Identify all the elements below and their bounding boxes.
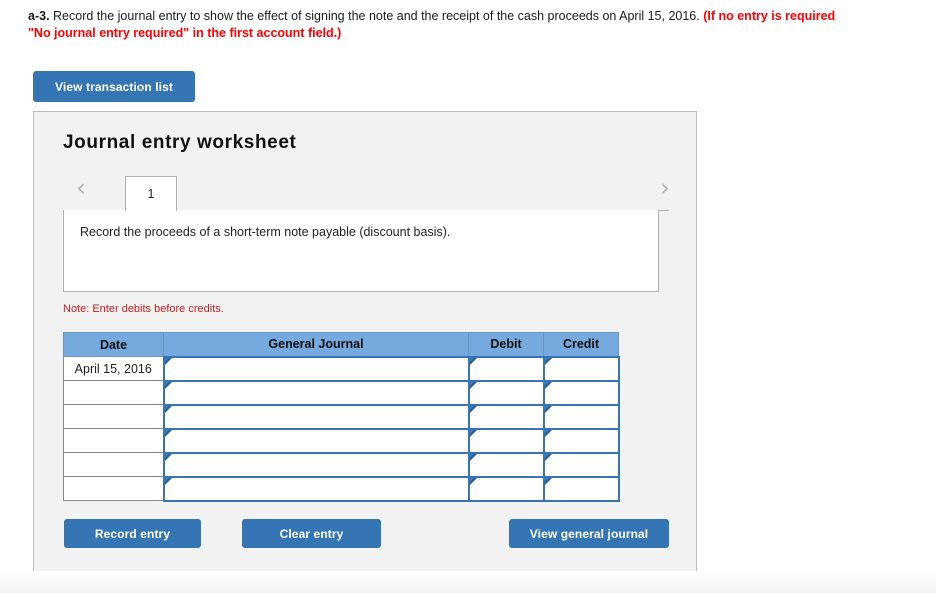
entry-description-text: Record the proceeds of a short-term note… — [80, 225, 451, 239]
column-header-date: Date — [63, 332, 164, 357]
cell-general-journal-input[interactable] — [162, 475, 470, 502]
journal-entry-worksheet-panel: Journal entry worksheet ‹ 1 › Record the… — [33, 111, 697, 572]
table-row — [63, 403, 620, 430]
panel-title: Journal entry worksheet — [63, 132, 297, 153]
question-red-part1: (If no entry is required — [703, 9, 836, 23]
cell-date[interactable]: April 15, 2016 — [63, 356, 164, 381]
cell-debit-input[interactable] — [467, 427, 545, 454]
previous-entry-arrow-icon[interactable]: ‹ — [68, 175, 94, 203]
table-row — [63, 451, 620, 478]
active-tab-mask — [126, 210, 176, 212]
view-transaction-list-button[interactable]: View transaction list — [33, 71, 195, 102]
worksheet-tab-1[interactable]: 1 — [125, 176, 177, 211]
cell-debit-input[interactable] — [467, 379, 545, 406]
table-row — [63, 475, 620, 502]
table-row — [63, 427, 620, 454]
table-body: April 15, 2016 — [63, 355, 620, 502]
question-red-part2: "No journal entry required" in the first… — [28, 26, 342, 40]
cell-credit-input[interactable] — [542, 379, 620, 406]
cell-debit-input[interactable] — [467, 355, 545, 382]
debits-before-credits-note: Note: Enter debits before credits. — [63, 303, 224, 315]
cell-debit-input[interactable] — [467, 451, 545, 478]
table-header-row: Date General Journal Debit Credit — [63, 332, 619, 357]
cell-general-journal-input[interactable] — [162, 355, 470, 382]
cell-general-journal-input[interactable] — [162, 451, 470, 478]
cell-debit-input[interactable] — [467, 403, 545, 430]
cell-general-journal-input[interactable] — [162, 403, 470, 430]
cell-credit-input[interactable] — [542, 355, 620, 382]
table-row: April 15, 2016 — [63, 355, 620, 382]
clear-entry-button[interactable]: Clear entry — [242, 519, 381, 548]
question-label: a-3. — [28, 9, 50, 23]
next-entry-arrow-icon[interactable]: › — [652, 175, 678, 203]
cell-general-journal-input[interactable] — [162, 379, 470, 406]
entry-description-box: Record the proceeds of a short-term note… — [63, 210, 659, 292]
cell-debit-input[interactable] — [467, 475, 545, 502]
column-header-debit: Debit — [468, 332, 544, 357]
question-text: Record the journal entry to show the eff… — [49, 9, 704, 23]
column-header-general-journal: General Journal — [163, 332, 469, 357]
cell-date[interactable] — [63, 428, 164, 453]
cell-credit-input[interactable] — [542, 475, 620, 502]
cell-general-journal-input[interactable] — [162, 427, 470, 454]
cell-credit-input[interactable] — [542, 403, 620, 430]
cell-date[interactable] — [63, 476, 164, 501]
view-general-journal-button[interactable]: View general journal — [509, 519, 669, 548]
worksheet-tabstrip: ‹ 1 › — [63, 167, 670, 212]
column-header-credit: Credit — [543, 332, 619, 357]
general-journal-table: Date General Journal Debit Credit April … — [63, 332, 620, 502]
record-entry-button[interactable]: Record entry — [64, 519, 201, 548]
cell-date[interactable] — [63, 452, 164, 477]
worksheet-page: a-3. Record the journal entry to show th… — [0, 0, 936, 593]
cell-date[interactable] — [63, 404, 164, 429]
table-row — [63, 379, 620, 406]
cell-credit-input[interactable] — [542, 451, 620, 478]
cell-date[interactable] — [63, 380, 164, 405]
question-prompt: a-3. Record the journal entry to show th… — [28, 8, 936, 42]
page-bottom-fade — [0, 571, 936, 593]
cell-credit-input[interactable] — [542, 427, 620, 454]
